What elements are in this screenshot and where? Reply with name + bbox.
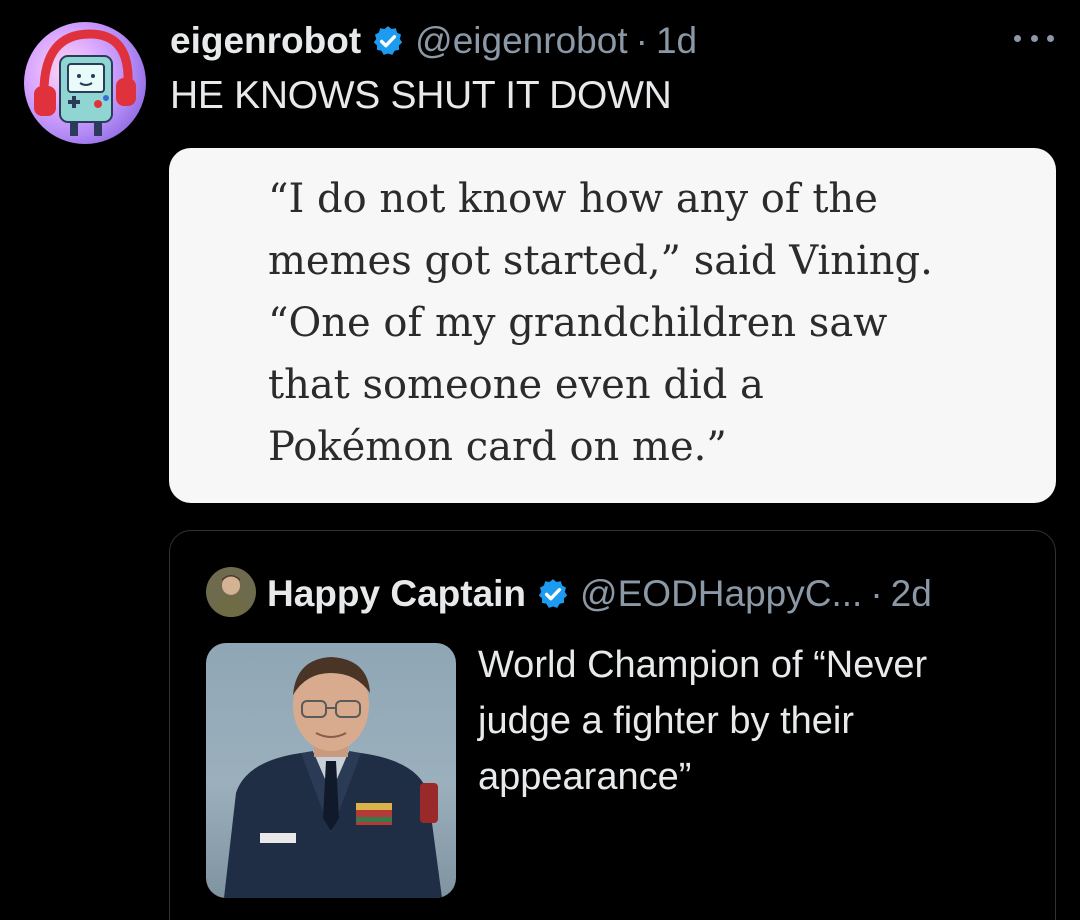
tweet: eigenrobot @eigenrobot · 1d HE KNOWS SHU… <box>0 0 1080 920</box>
quoted-tweet-timestamp[interactable]: 2d <box>891 573 932 615</box>
tweet-timestamp[interactable]: 1d <box>656 20 697 62</box>
header-separator: · <box>635 20 648 61</box>
quoted-author-display-name[interactable]: Happy Captain <box>267 573 526 615</box>
quoted-header-separator: · <box>870 573 883 614</box>
author-avatar[interactable] <box>24 22 146 144</box>
author-display-name[interactable]: eigenrobot <box>170 20 361 62</box>
quoted-tweet-text: World Champion of “Never judge a fighter… <box>478 644 928 798</box>
quoted-tweet-photo[interactable] <box>206 643 456 898</box>
verified-badge-icon <box>371 24 405 58</box>
quoted-author-handle[interactable]: @EODHappyC... <box>580 573 862 615</box>
verified-badge-icon <box>536 577 570 611</box>
quote-line: “I do not know how any of the <box>268 176 878 222</box>
quote-line: that someone even did a <box>268 362 764 408</box>
tweet-image[interactable]: “I do not know how any of the memes got … <box>169 148 1056 503</box>
quoted-tweet-header: Happy Captain @EODHappyC... · 2d <box>267 571 932 617</box>
quoted-author-avatar[interactable] <box>206 567 256 617</box>
quote-line: “One of my grandchildren saw <box>268 300 888 346</box>
tweet-text: HE KNOWS SHUT IT DOWN <box>170 74 672 117</box>
quoted-tweet[interactable]: Happy Captain @EODHappyC... · 2d World C… <box>169 530 1056 920</box>
quote-line: memes got started,” said Vining. <box>268 238 933 284</box>
author-handle[interactable]: @eigenrobot <box>415 20 627 62</box>
more-options-icon[interactable] <box>1014 28 1054 48</box>
tweet-header: eigenrobot @eigenrobot · 1d <box>170 18 697 64</box>
quote-line: Pokémon card on me.” <box>268 424 727 470</box>
